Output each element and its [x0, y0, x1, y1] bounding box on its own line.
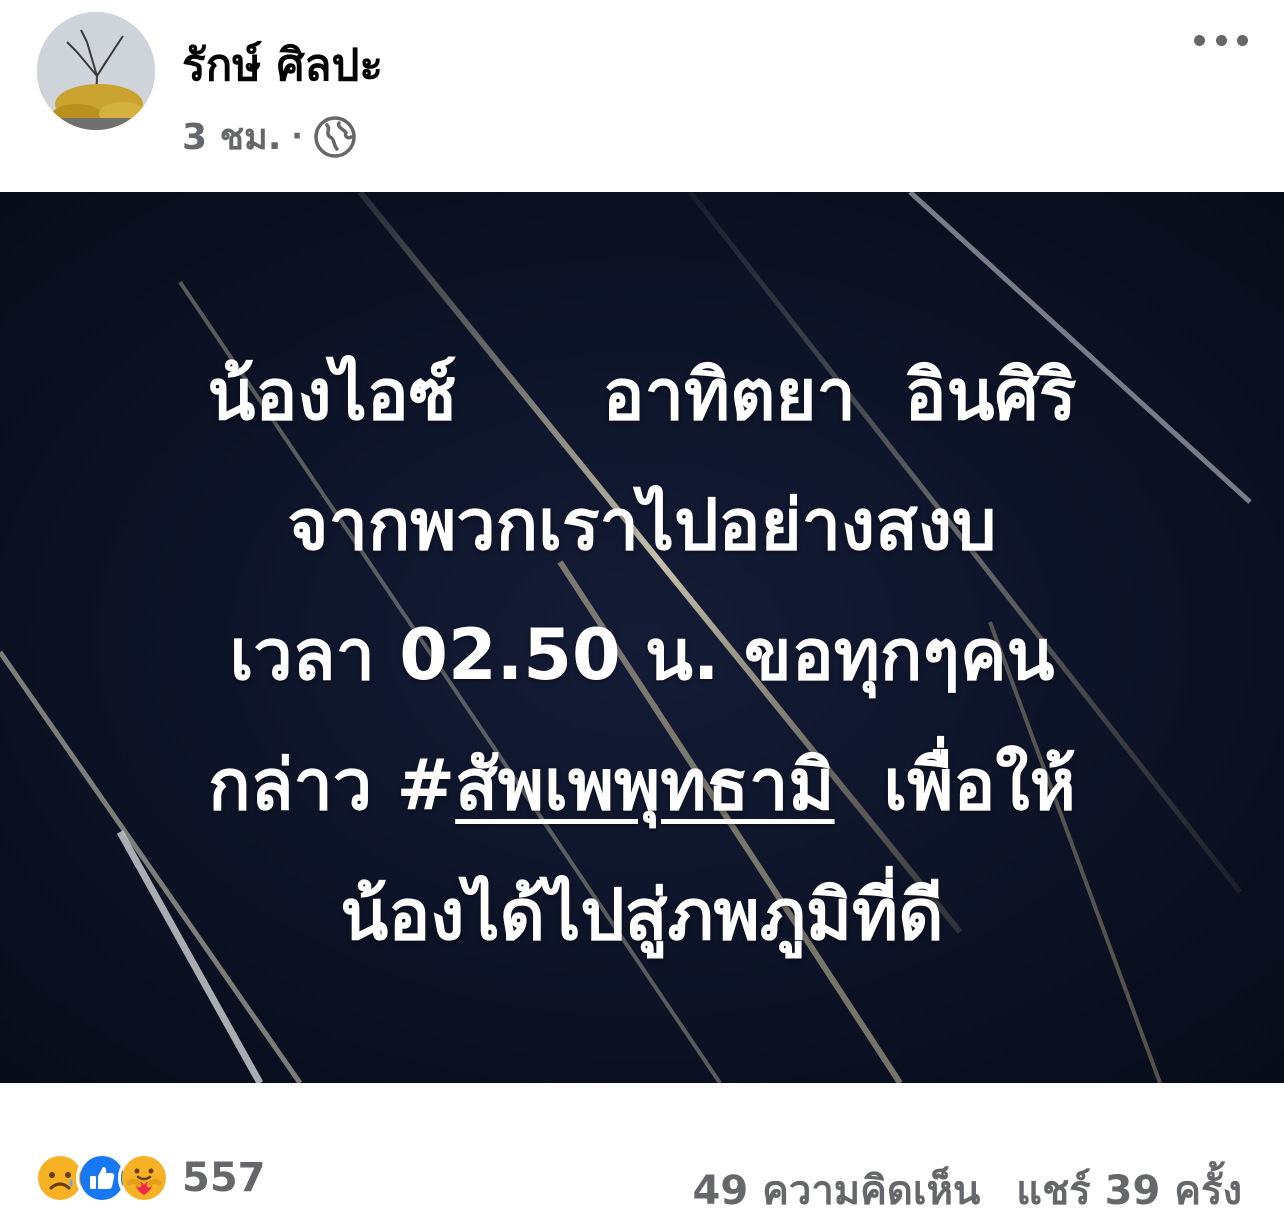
avatar-tree-image: [37, 12, 155, 130]
meta-separator: ·: [291, 119, 303, 154]
more-dot: [1194, 34, 1205, 46]
post-image-text: น้องไอซ์ อาทิตยา อินศิริ จากพวกเราไปอย่า…: [0, 330, 1284, 980]
share-count-link[interactable]: แชร์ 39 ครั้ง: [1016, 1158, 1242, 1217]
post-image[interactable]: น้องไอซ์ อาทิตยา อินศิริ จากพวกเราไปอย่า…: [0, 192, 1284, 1083]
image-text-line-4: กล่าว #สัพเพพุทธามิ เพื่อให้: [0, 720, 1284, 850]
hashtag-link[interactable]: สัพเพพุทธามิ: [455, 744, 834, 826]
line-4-suffix: เพื่อให้: [834, 744, 1076, 826]
image-text-line-2: จากพวกเราไปอย่างสงบ: [287, 484, 997, 566]
engagement-stats: 49 ความคิดเห็น แชร์ 39 ครั้ง: [693, 1158, 1242, 1217]
author-avatar[interactable]: [37, 12, 155, 130]
post-meta: 3 ชม. ·: [182, 108, 357, 165]
more-dot: [1215, 34, 1227, 46]
reaction-summary[interactable]: 557: [34, 1152, 266, 1204]
more-options-icon[interactable]: [1194, 26, 1248, 54]
reaction-count: 557: [182, 1155, 266, 1201]
globe-icon[interactable]: [313, 115, 357, 159]
post-header: รักษ์ ศิลปะ 3 ชม. ·: [0, 0, 1284, 192]
image-text-line-5: น้องได้ไปสู่ภพภูมิที่ดี: [340, 874, 944, 956]
more-dot: [1237, 34, 1248, 46]
care-reaction-icon: [118, 1152, 170, 1204]
image-text-line-3: เวลา 02.50 น. ขอทุกๆคน: [229, 614, 1055, 696]
comment-count-link[interactable]: 49 ความคิดเห็น: [693, 1158, 981, 1217]
post-timestamp[interactable]: 3 ชม.: [182, 108, 281, 165]
line-4-prefix: กล่าว #: [208, 744, 456, 826]
author-name[interactable]: รักษ์ ศิลปะ: [182, 30, 383, 100]
image-text-line-1: น้องไอซ์ อาทิตยา อินศิริ: [207, 354, 1077, 436]
